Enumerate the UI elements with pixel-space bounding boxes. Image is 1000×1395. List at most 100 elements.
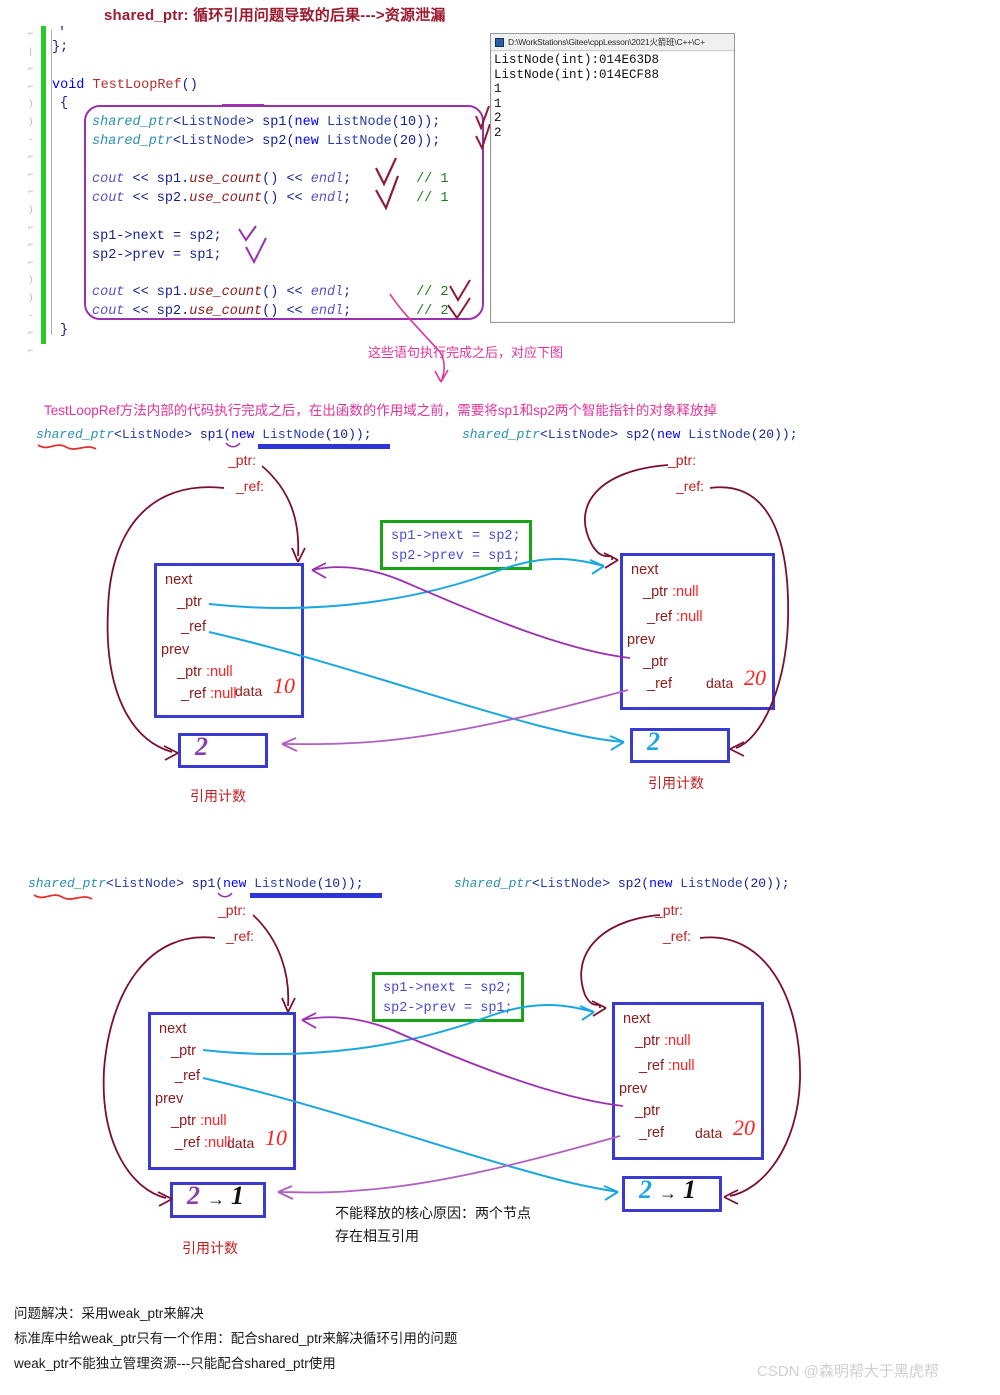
diagram-bottom-right-refcount-value-after: 1	[683, 1175, 696, 1204]
diagram-bottom-right-node: next _ptr :null _ref :null prev _ptr _ref data…	[612, 1002, 764, 1160]
csdn-watermark: CSDN @森明帮大于黑虎帮	[757, 1363, 939, 1380]
diagram-top-left-refcount-label: 引用计数	[190, 788, 246, 804]
code-token: > sp1(	[184, 427, 232, 442]
diagram-bottom-left-node-data-label: data	[227, 1135, 255, 1151]
code-token: (20));	[750, 427, 798, 442]
code-token: (20));	[742, 876, 790, 891]
diagram-top-right-node-field: prev	[627, 632, 656, 648]
diagram-bottom-left-refcount: 2 → 1	[170, 1181, 266, 1218]
diagram-bottom-left-node-field: prev	[155, 1091, 184, 1107]
code-token: }	[60, 323, 69, 338]
note-core-reason-line2: 存在相互引用	[335, 1228, 419, 1244]
diagram-top-left-node-null-value: :null	[202, 664, 233, 680]
diagram-top-green-line: sp1->next = sp2;	[391, 529, 521, 544]
diagram-top-left-node-field: _ref	[181, 619, 206, 635]
code-highlight-nick	[222, 104, 264, 107]
diagram-bottom-left-node-field: _ref :null	[175, 1135, 231, 1151]
diagram-bottom-left-refcount-arrow: →	[207, 1189, 225, 1209]
code-token: shared_ptr	[462, 427, 541, 442]
diagram-bottom-right-refcount-value: 2	[639, 1175, 652, 1204]
code-token: (10));	[316, 876, 364, 891]
code-token: };	[52, 40, 69, 55]
diagram-top-right-node-field: _ref :null	[647, 609, 703, 625]
code-token: void	[52, 78, 93, 93]
code-token: new	[649, 876, 673, 891]
code-token: shared_ptr	[36, 427, 115, 442]
diagram-top-sp2-ptr-label: _ptr:	[668, 452, 697, 468]
diagram-bottom-right-node-field: _ref	[639, 1125, 664, 1141]
console-output: ListNode(int):014E63D8 ListNode(int):014…	[492, 52, 733, 321]
code-line: }	[60, 323, 68, 338]
diagram-bottom-right-node-null-value: :null	[664, 1058, 695, 1074]
diagram-bottom-decl-sp2: shared_ptr<ListNode> sp2(new ListNode(20…	[454, 876, 790, 891]
code-token: ListNode	[113, 876, 177, 891]
code-token: <	[540, 427, 548, 442]
diagram-bottom-left-refcount-value-after: 1	[231, 1181, 244, 1210]
diagram-top-right-node-field: _ref	[647, 676, 672, 692]
diagram-bottom-right-node-field: _ref :null	[639, 1058, 695, 1074]
diagram-bottom-left-refcount-value: 2	[187, 1181, 200, 1210]
editor-brace-rail	[51, 30, 53, 335]
diagram-bottom-left-node-field: _ptr	[171, 1043, 196, 1059]
diagram-top-right-refcount-label: 引用计数	[648, 775, 704, 791]
diagram-bottom-left-node: next _ptr _refprev _ptr :null _ref :null data…	[148, 1012, 296, 1170]
code-token: '	[58, 26, 67, 41]
console-window[interactable]: D:\WorkStations\Gitee\cppLesson\2021火箭班\…	[490, 33, 735, 323]
diagram-bottom-left-refcount-label: 引用计数	[182, 1240, 238, 1256]
code-token: ListNode	[539, 876, 603, 891]
diagram-bottom-right-node-null-value: :null	[660, 1033, 691, 1049]
console-app-icon	[495, 37, 504, 47]
editor-gutter-marks: ⌐ | ⌐ ⌐ ) ) - ⌐ ⌐ ⌐ ) ⌐ ⌐ ⌐ ) ) - ⌐ ⌐	[28, 29, 34, 356]
diagram-top-sp1-ptr-label: _ptr:	[228, 452, 257, 468]
diagram-bottom-sp2-ptr-label: _ptr:	[655, 902, 684, 918]
code-line: };	[52, 40, 68, 55]
diagram-top-left-node: next _ptr _ref prev _ptr :null _ref :null data…	[154, 563, 304, 718]
diagram-top-green-snippet: sp1->next = sp2; sp2->prev = sp1;	[380, 520, 532, 570]
diagram-top-right-node-field: _ptr	[643, 654, 668, 670]
diagram-top-left-node-null-value: :null	[206, 686, 237, 702]
diagram-top-left-node-field: _ptr :null	[177, 664, 233, 680]
diagram-top-right-node-null-value: :null	[672, 609, 703, 625]
diagram-top-left-refcount-value: 2	[195, 732, 208, 761]
note-core-reason-line1: 不能释放的核心原因：两个节点	[335, 1205, 531, 1221]
code-token: ListNode	[672, 876, 743, 891]
diagram-bottom-right-node-data-value: 20	[733, 1115, 755, 1140]
diagram-top-right-refcount-value: 2	[647, 727, 660, 756]
diagram-top-decl-sp1: shared_ptr<ListNode> sp1(new ListNode(10…	[36, 427, 372, 442]
code-token: TestLoopRef	[92, 78, 182, 93]
diagram-top-left-node-data-value: 10	[273, 673, 295, 698]
code-line: '	[58, 26, 66, 41]
note-scope: TestLoopRef方法内部的代码执行完成之后，在出函数的作用域之前，需要将s…	[44, 403, 717, 418]
diagram-top-left-node-field: next	[165, 572, 193, 588]
diagram-bottom-green-line: sp2->prev = sp1;	[383, 1001, 513, 1016]
diagram-top-right-node: next _ptr :null _ref :null prev _ptr _ref data…	[620, 553, 775, 710]
diagram-bottom-right-node-field: prev	[619, 1081, 648, 1097]
diagram-bottom-green-snippet: sp1->next = sp2; sp2->prev = sp1;	[372, 972, 524, 1022]
diagram-bottom-right-node-field: _ptr	[635, 1103, 660, 1119]
summary-line-3: weak_ptr不能独立管理资源---只能配合shared_ptr使用	[14, 1356, 336, 1371]
code-token: new	[657, 427, 681, 442]
diagram-bottom-left-node-field: next	[159, 1021, 187, 1037]
diagram-bottom-right-node-data-label: data	[695, 1125, 723, 1141]
diagram-bottom-left-node-field: _ref	[175, 1068, 200, 1084]
code-token: (10));	[324, 427, 372, 442]
diagram-bottom-right-node-field: next	[623, 1011, 651, 1027]
diagram-top-decl-sp2: shared_ptr<ListNode> sp2(new ListNode(20…	[462, 427, 798, 442]
code-token: > sp2(	[610, 427, 658, 442]
diagram-bottom-right-refcount: 2 → 1	[622, 1175, 722, 1212]
diagram-top-green-line: sp2->prev = sp1;	[391, 549, 521, 564]
page-title: shared_ptr: 循环引用问题导致的后果--->资源泄漏	[104, 7, 446, 24]
code-token: new	[223, 876, 247, 891]
code-token: {	[60, 96, 69, 111]
diagram-bottom-right-node-field: _ptr :null	[635, 1033, 691, 1049]
console-titlebar[interactable]: D:\WorkStations\Gitee\cppLesson\2021火箭班\…	[491, 34, 734, 51]
code-highlight-box	[84, 105, 484, 320]
diagram-bottom-decl-sp1: shared_ptr<ListNode> sp1(new ListNode(10…	[28, 876, 364, 891]
diagram-top-left-node-field: _ptr	[177, 594, 202, 610]
diagram-top-right-refcount: 2	[630, 727, 730, 763]
diagram-bottom-sp1-ref-label: _ref:	[226, 928, 255, 944]
diagram-bottom-left-node-field: _ptr :null	[171, 1113, 227, 1129]
code-line: void TestLoopRef()	[52, 78, 198, 93]
code-token: <	[532, 876, 540, 891]
code-token: shared_ptr	[28, 876, 107, 891]
